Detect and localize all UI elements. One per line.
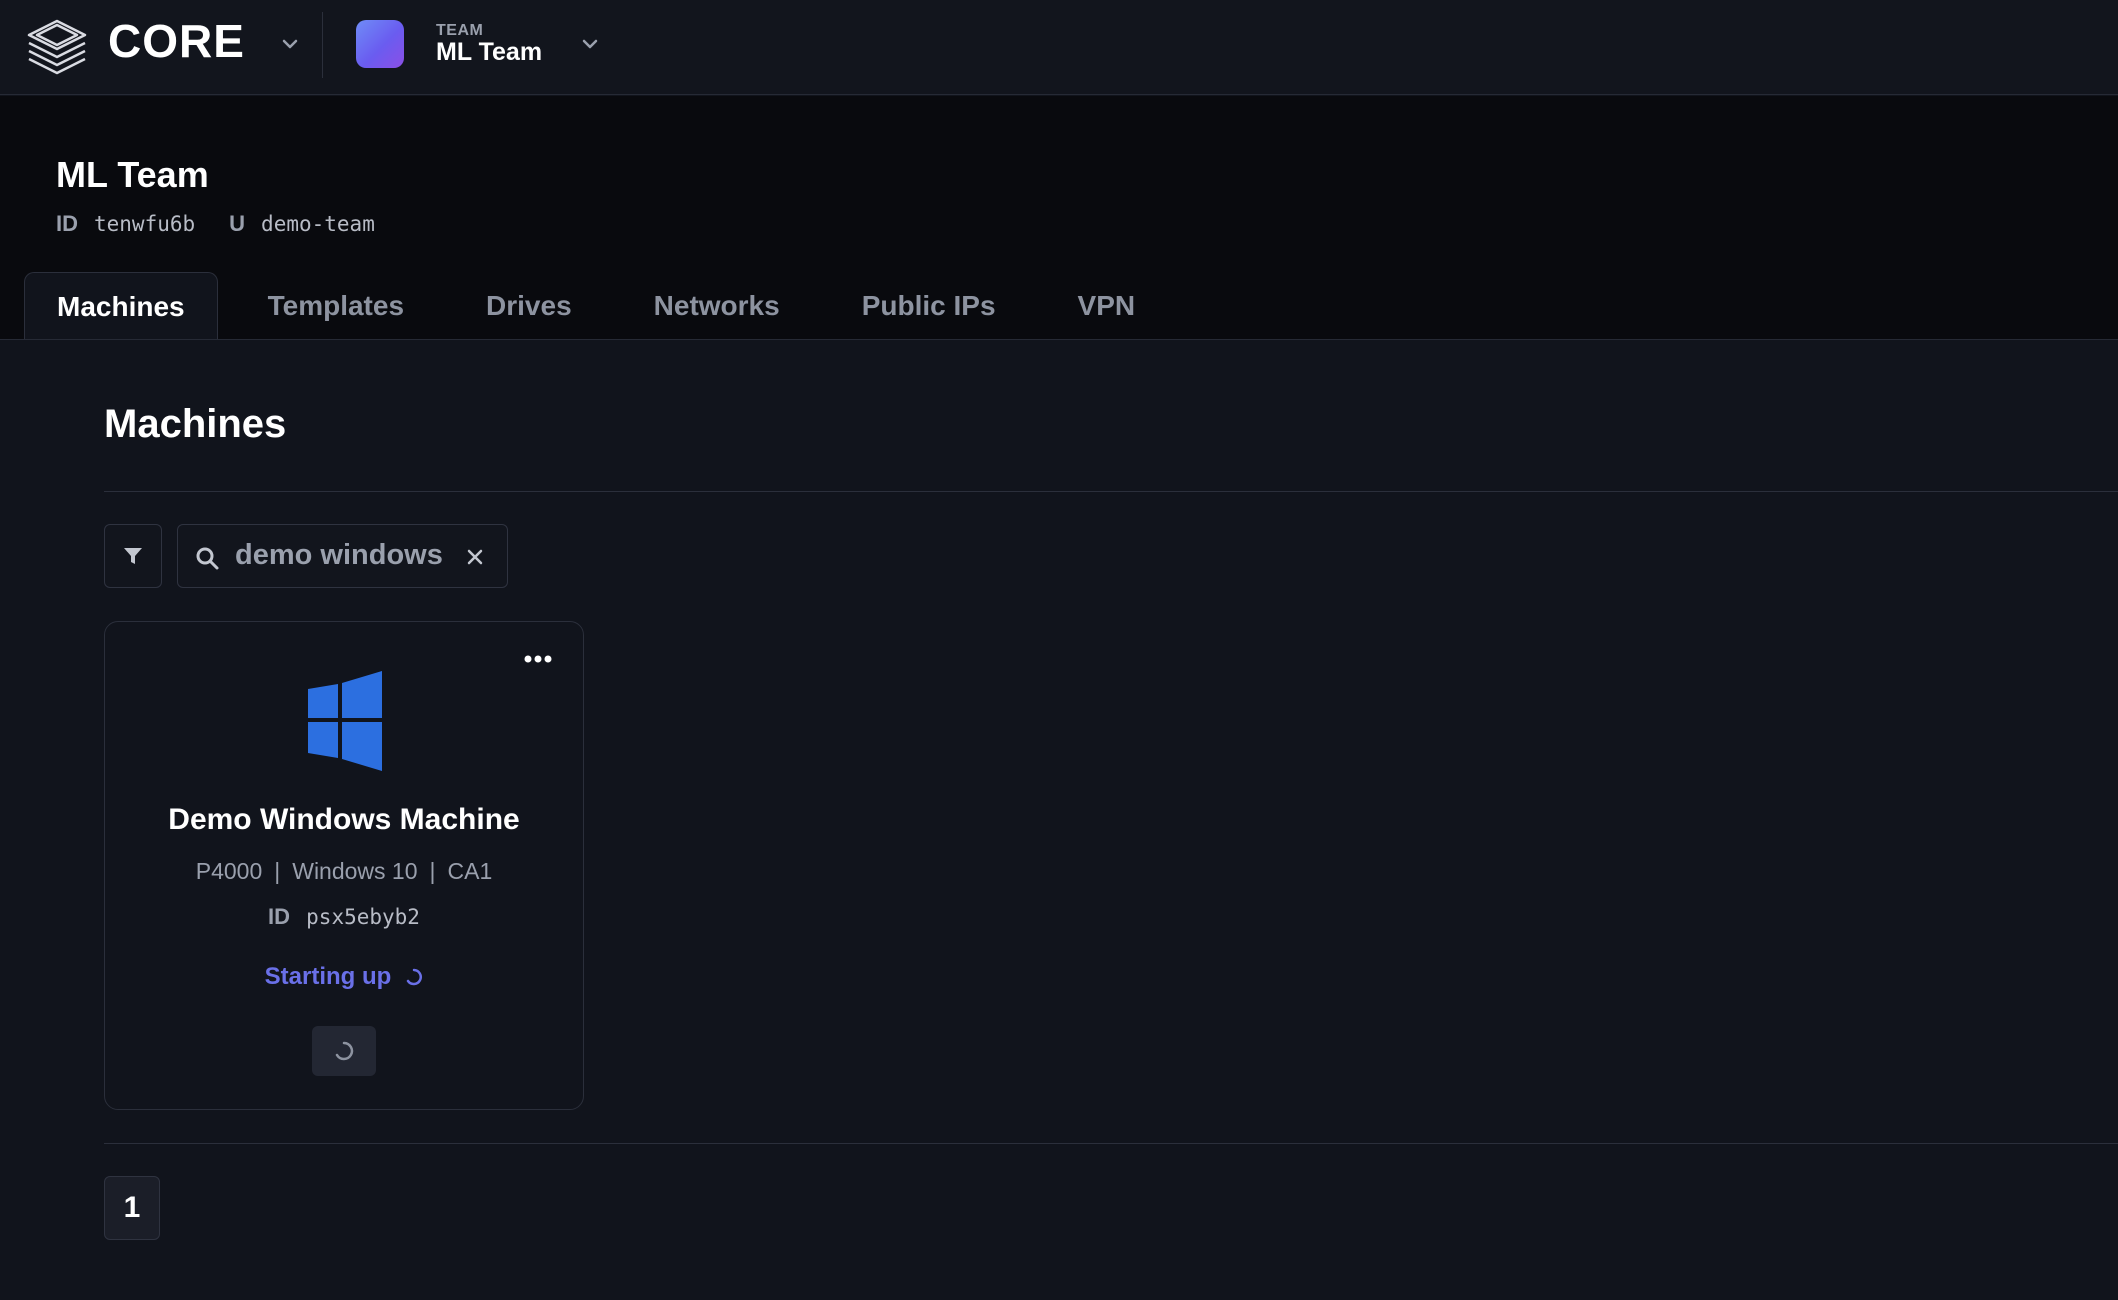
more-options-button[interactable] <box>518 644 558 674</box>
machine-region: CA1 <box>447 858 493 884</box>
tab-vpn[interactable]: VPN <box>1046 272 1168 340</box>
team-slug-key: U <box>229 211 246 236</box>
spec-separator: | <box>274 858 281 884</box>
tab-bar: Machines Templates Drives Networks Publi… <box>24 272 1185 340</box>
team-chevron-down-icon[interactable] <box>580 34 600 54</box>
topbar-divider <box>322 12 323 78</box>
machine-name[interactable]: Demo Windows Machine <box>105 803 583 837</box>
section-divider <box>104 491 2118 492</box>
spinner-icon <box>407 968 423 986</box>
machine-card[interactable]: Demo Windows Machine P4000 | Windows 10 | CA… <box>104 621 584 1110</box>
machine-specs: P4000 | Windows 10 | CA1 <box>105 858 583 885</box>
page-number-button[interactable]: 1 <box>104 1176 160 1240</box>
tab-public-ips[interactable]: Public IPs <box>830 272 1028 340</box>
team-avatar[interactable] <box>356 20 404 68</box>
ellipsis-icon <box>524 655 552 663</box>
team-id-value: tenwfu6b <box>94 212 196 236</box>
loading-spinner-icon <box>335 1041 354 1061</box>
chevron-down-icon[interactable] <box>280 34 300 54</box>
spec-separator: | <box>429 858 436 884</box>
windows-logo-icon <box>308 671 382 771</box>
team-switcher-name[interactable]: ML Team <box>436 38 542 67</box>
tab-drives[interactable]: Drives <box>454 272 604 340</box>
machine-os: Windows 10 <box>292 858 418 884</box>
stack-logo-icon[interactable] <box>25 17 89 75</box>
team-slug-value: demo-team <box>261 212 375 236</box>
machine-id-value: psx5ebyb2 <box>306 905 420 929</box>
search-icon <box>196 547 219 570</box>
machine-id-key: ID <box>268 904 291 929</box>
power-button[interactable] <box>312 1026 376 1076</box>
tab-networks[interactable]: Networks <box>622 272 812 340</box>
top-bar: CORE TEAM ML Team <box>0 0 2118 95</box>
pagination-divider <box>104 1143 2118 1144</box>
page-title: ML Team <box>56 154 209 195</box>
filter-icon <box>124 548 142 564</box>
status-text: Starting up <box>264 963 392 990</box>
close-icon[interactable] <box>465 547 485 567</box>
section-title: Machines <box>104 402 287 446</box>
tabs-divider <box>0 339 2118 340</box>
tab-machines[interactable]: Machines <box>24 272 218 340</box>
machine-id-row: ID psx5ebyb2 <box>105 904 583 930</box>
tab-templates[interactable]: Templates <box>236 272 436 340</box>
search-input[interactable]: demo windows <box>177 524 508 588</box>
search-value[interactable]: demo windows <box>235 539 443 572</box>
team-meta: ID tenwfu6b U demo-team <box>56 211 409 237</box>
machine-gpu: P4000 <box>195 858 263 884</box>
filter-button[interactable] <box>104 524 162 588</box>
brand-name[interactable]: CORE <box>108 14 245 68</box>
status-indicator: Starting up <box>105 963 583 991</box>
team-id-key: ID <box>56 211 78 236</box>
